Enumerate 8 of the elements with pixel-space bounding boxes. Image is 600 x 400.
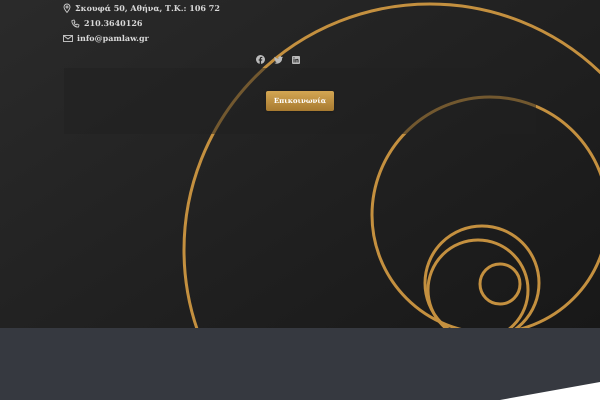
facebook-icon[interactable] [256,55,264,64]
phone-number[interactable]: 210.3640126 [84,17,142,29]
phone-icon [71,18,80,28]
map-pin-icon [63,3,71,13]
envelope-icon [63,34,73,42]
email-link[interactable]: info@pamlaw.gr [77,32,149,44]
address-text: Σκουφά 50, Αθήνα, Τ.Κ.: 106 72 [75,2,220,14]
bird-icon[interactable] [274,56,282,64]
